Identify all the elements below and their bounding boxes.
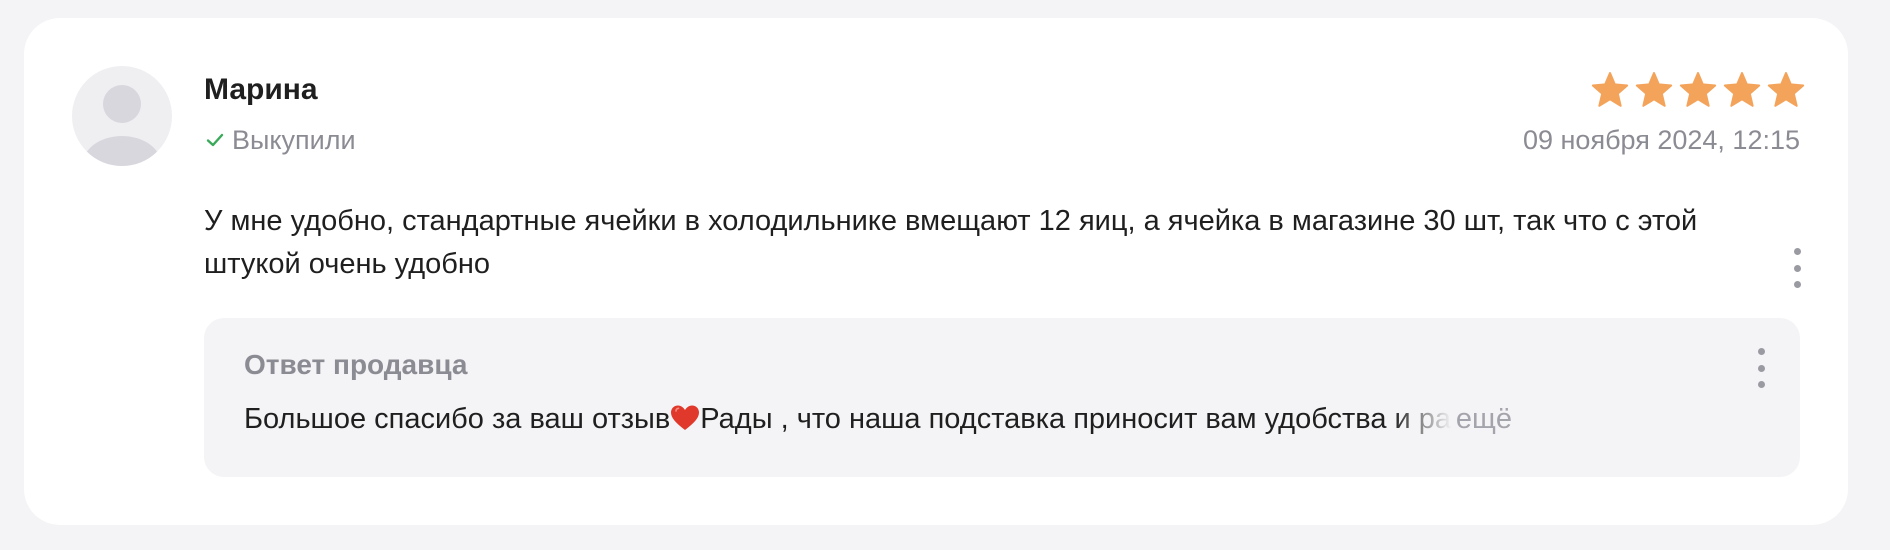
star-icon <box>1767 72 1805 107</box>
review-date: 09 ноября 2024, 12:15 <box>1522 125 1800 155</box>
seller-reply-text-start: Большое спасибо за ваш отзыв <box>244 402 671 435</box>
show-more-link[interactable]: ещё <box>1456 403 1512 436</box>
heart-icon <box>671 405 700 430</box>
star-icon <box>1679 72 1717 107</box>
rating-stars <box>1590 70 1806 110</box>
reply-menu-button[interactable] <box>1746 346 1776 390</box>
seller-reply-line: Большое спасибо за ваш отзыв Рады , что н… <box>244 397 1512 441</box>
review-text: У мне удобно, стандартные ячейки в холод… <box>204 205 1698 280</box>
seller-reply-text-wrap: Большое спасибо за ваш отзыв Рады , что н… <box>244 402 1452 436</box>
text-fade <box>1391 402 1452 436</box>
check-icon <box>206 133 224 147</box>
kebab-dot <box>1793 248 1801 255</box>
seller-reply-text: Большое спасибо за ваш отзыв Рады , что н… <box>244 403 1452 435</box>
purchase-status-label: Выкупили <box>232 124 356 155</box>
avatar <box>72 66 172 166</box>
review-card: Марина Выкупили 09 ноября 2024, 12:15 У … <box>24 18 1848 525</box>
star-icon <box>1591 72 1629 107</box>
review-menu-button[interactable] <box>1782 246 1812 290</box>
kebab-dot <box>1757 348 1765 355</box>
kebab-dot <box>1757 381 1765 388</box>
star-icon <box>1635 72 1673 107</box>
star-icon <box>1723 72 1761 107</box>
kebab-dot <box>1793 281 1801 288</box>
author-name: Марина <box>204 73 318 106</box>
seller-reply-title: Ответ продавца <box>244 349 468 380</box>
seller-reply: Ответ продавца Большое спасибо за ваш от… <box>204 318 1800 477</box>
kebab-dot <box>1757 364 1765 372</box>
purchase-status: Выкупили <box>204 124 356 156</box>
kebab-dot <box>1793 264 1801 272</box>
user-placeholder-icon <box>82 85 162 166</box>
seller-reply-text-end: Рады , что наша подставка приносит вам у… <box>700 402 1452 435</box>
